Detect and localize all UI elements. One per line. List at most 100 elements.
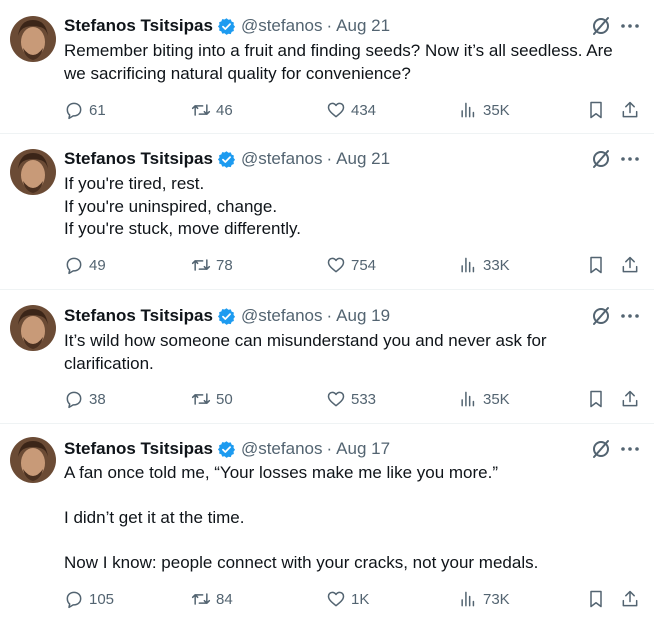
- views-icon: [461, 391, 475, 407]
- separator-dot: ·: [326, 16, 333, 35]
- bookmark-icon: [590, 390, 602, 408]
- views-icon: [461, 257, 475, 273]
- tweet-date[interactable]: Aug 17: [336, 439, 390, 459]
- tweet-date[interactable]: Aug 21: [336, 16, 390, 36]
- views-button[interactable]: 35K: [458, 388, 510, 410]
- bookmark-icon: [590, 101, 602, 119]
- tweet[interactable]: Stefanos Tsitsipas @stefanos · Aug 21 Re…: [0, 0, 654, 134]
- tweet-text-line: [64, 485, 538, 508]
- reply-button[interactable]: 105: [64, 588, 114, 610]
- avatar[interactable]: [10, 149, 56, 195]
- bookmark-button[interactable]: [586, 588, 606, 610]
- grok-icon[interactable]: [590, 148, 612, 170]
- tweet-actions: 61 46 434 35K: [64, 99, 644, 121]
- reply-icon: [66, 102, 82, 120]
- verified-badge-icon: [217, 150, 236, 168]
- grok-icon[interactable]: [590, 438, 612, 460]
- bookmark-icon: [590, 256, 602, 274]
- like-count: 434: [351, 101, 377, 119]
- tweet-text-line: Remember biting into a fruit and finding…: [64, 41, 613, 60]
- tweet-actions: 49 78 754 33K: [64, 254, 644, 276]
- share-button[interactable]: [620, 588, 640, 610]
- like-count: 533: [351, 390, 377, 408]
- more-icon[interactable]: [619, 305, 641, 327]
- tweet-actions: 38 50 533 35K: [64, 388, 644, 410]
- reply-count: 61: [89, 101, 106, 119]
- tweet-text-line: [64, 530, 538, 553]
- grok-icon[interactable]: [590, 15, 612, 37]
- reply-count: 105: [89, 590, 115, 608]
- tweet-text-line: If you're tired, rest.: [64, 174, 205, 193]
- tweet[interactable]: Stefanos Tsitsipas @stefanos · Aug 19 It…: [0, 290, 654, 424]
- avatar[interactable]: [10, 16, 56, 62]
- tweet-date[interactable]: Aug 21: [336, 149, 390, 169]
- reply-button[interactable]: 38: [64, 388, 106, 410]
- tweet[interactable]: Stefanos Tsitsipas @stefanos · Aug 17 A …: [0, 424, 654, 624]
- share-button[interactable]: [620, 254, 640, 276]
- like-count: 754: [351, 256, 377, 274]
- retweet-button[interactable]: 84: [191, 588, 233, 610]
- more-icon[interactable]: [619, 438, 641, 460]
- retweet-count: 84: [216, 590, 233, 608]
- retweet-button[interactable]: 78: [191, 254, 233, 276]
- tweet[interactable]: Stefanos Tsitsipas @stefanos · Aug 21 If…: [0, 134, 654, 290]
- like-button[interactable]: 1K: [326, 588, 369, 610]
- author-handle[interactable]: @stefanos: [241, 149, 323, 169]
- retweet-icon: [191, 259, 211, 271]
- like-button[interactable]: 533: [326, 388, 376, 410]
- like-icon: [327, 102, 345, 118]
- grok-icon[interactable]: [590, 305, 612, 327]
- tweet-actions: 105 84 1K 73K: [64, 588, 644, 610]
- more-icon[interactable]: [619, 15, 641, 37]
- tweet-text-line: If you're uninspired, change.: [64, 196, 278, 216]
- retweet-count: 50: [216, 390, 233, 408]
- tweet-header: Stefanos Tsitsipas @stefanos · Aug 17: [64, 438, 390, 460]
- share-button[interactable]: [620, 99, 640, 121]
- retweet-button[interactable]: 50: [191, 388, 233, 410]
- author-name[interactable]: Stefanos Tsitsipas: [64, 16, 213, 36]
- share-button[interactable]: [620, 388, 640, 410]
- bookmark-button[interactable]: [586, 99, 606, 121]
- tweet-header: Stefanos Tsitsipas @stefanos · Aug 19: [64, 305, 390, 327]
- verified-badge-icon: [217, 440, 236, 458]
- like-button[interactable]: 754: [326, 254, 376, 276]
- retweet-button[interactable]: 46: [191, 99, 233, 121]
- reply-icon: [66, 257, 82, 275]
- tweet-text-line: Now I know: people connect with your cra…: [64, 553, 539, 572]
- author-handle[interactable]: @stefanos: [241, 439, 323, 459]
- views-button[interactable]: 33K: [458, 254, 510, 276]
- like-count: 1K: [351, 590, 370, 608]
- tweet-date[interactable]: Aug 19: [336, 306, 390, 326]
- reply-icon: [66, 391, 82, 409]
- avatar[interactable]: [10, 305, 56, 351]
- author-handle[interactable]: @stefanos: [241, 16, 323, 36]
- tweet-text-line: clarification.: [64, 353, 154, 373]
- views-button[interactable]: 73K: [458, 588, 510, 610]
- tweet-text: It’s wild how someone can misunderstand …: [64, 330, 547, 375]
- reply-button[interactable]: 61: [64, 99, 106, 121]
- views-count: 33K: [483, 256, 510, 274]
- tweet-text-line: If you're stuck, move differently.: [64, 219, 301, 238]
- retweet-icon: [191, 593, 211, 605]
- separator-dot: ·: [326, 439, 333, 458]
- bookmark-button[interactable]: [586, 254, 606, 276]
- avatar[interactable]: [10, 437, 56, 483]
- retweet-icon: [191, 104, 211, 116]
- author-name[interactable]: Stefanos Tsitsipas: [64, 149, 213, 169]
- bookmark-button[interactable]: [586, 388, 606, 410]
- views-button[interactable]: 35K: [458, 99, 510, 121]
- tweet-header: Stefanos Tsitsipas @stefanos · Aug 21: [64, 148, 390, 170]
- reply-button[interactable]: 49: [64, 254, 106, 276]
- tweet-text-line: I didn’t get it at the time.: [64, 508, 245, 527]
- author-name[interactable]: Stefanos Tsitsipas: [64, 306, 213, 326]
- views-icon: [461, 591, 475, 607]
- views-count: 73K: [483, 590, 510, 608]
- author-name[interactable]: Stefanos Tsitsipas: [64, 439, 213, 459]
- author-handle[interactable]: @stefanos: [241, 306, 323, 326]
- more-icon[interactable]: [619, 148, 641, 170]
- tweet-text-line: we sacrificing natural quality for conve…: [64, 63, 411, 83]
- tweet-text-line: A fan once told me, “Your losses make me…: [64, 463, 499, 482]
- verified-badge-icon: [217, 307, 236, 325]
- reply-count: 38: [89, 390, 106, 408]
- like-button[interactable]: 434: [326, 99, 376, 121]
